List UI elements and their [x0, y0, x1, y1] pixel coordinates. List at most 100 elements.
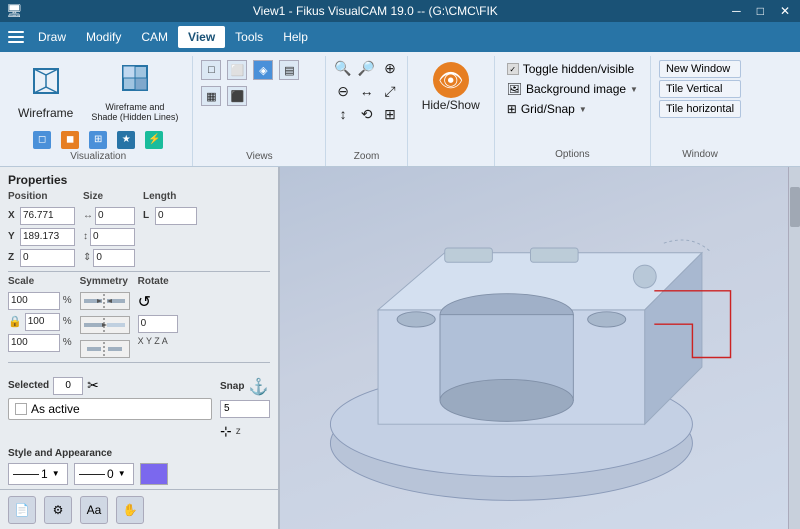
position-y-input[interactable] [20, 228, 75, 246]
rotate-icon-row: ↺ [138, 292, 178, 312]
zoom-icon2: 🔎 [358, 60, 375, 77]
snap-extra-icon[interactable]: ⊹ [220, 423, 232, 440]
vis-icon1[interactable]: ◻ [29, 129, 55, 151]
symmetry-btn2[interactable] [80, 316, 130, 334]
position-x-row: X [8, 207, 75, 225]
view-icon2[interactable]: ⬜ [225, 58, 249, 82]
menu-modify[interactable]: Modify [76, 26, 131, 48]
toggle-checkbox[interactable]: ✓ [507, 63, 519, 75]
selected-input[interactable] [53, 377, 83, 395]
titlebar-left-icons: 🖥 [6, 3, 23, 19]
view-icon6[interactable]: ⬛ [225, 84, 249, 108]
lock-icon[interactable]: 🔒 [8, 315, 22, 328]
vertical-scrollbar[interactable] [788, 167, 800, 529]
size-x-input[interactable] [95, 207, 135, 225]
wireframe-button[interactable]: Wireframe [10, 61, 81, 124]
views-label: Views [246, 151, 273, 164]
vis-icon5[interactable]: ⚡ [141, 129, 167, 151]
tile-horizontal-btn[interactable]: Tile horizontal [659, 100, 741, 118]
hide-show-button[interactable]: 👁 Hide/Show [414, 58, 488, 116]
size-y-input[interactable] [90, 228, 135, 246]
line-weight-arrow[interactable]: ▼ [118, 469, 126, 478]
window-controls[interactable]: ─ □ ✕ [728, 4, 794, 18]
view-icon1[interactable]: □ [199, 58, 223, 82]
size-label: Size [83, 191, 135, 202]
menu-help[interactable]: Help [273, 26, 318, 48]
menu-view[interactable]: View [178, 26, 225, 48]
snap-box: Snap ⚓ ⊹ z [220, 377, 270, 440]
toggle-hidden-visible[interactable]: ✓ Toggle hidden/visible [503, 60, 642, 78]
size-z-input[interactable] [93, 249, 135, 267]
close-icon[interactable]: ✕ [776, 4, 794, 18]
zoom-btn4[interactable]: ⊖ [332, 81, 353, 102]
symmetry-btn3[interactable] [80, 340, 130, 358]
symmetry-btn1[interactable] [80, 292, 130, 310]
rotate-input[interactable] [138, 315, 178, 333]
vis-icon4[interactable]: ★ [113, 129, 139, 151]
menu-cam[interactable]: CAM [131, 26, 178, 48]
ribbon-zoom-group: 🔍 🔎 ⊕ ⊖ ↔ ⤢ ↕ ⟲ ⊞ [326, 56, 407, 166]
snap-extra: ⊹ z [220, 423, 270, 440]
pct2: % [63, 316, 72, 327]
view-icon3[interactable]: ◈ [251, 58, 275, 82]
properties-panel: Properties Position X Y Z [0, 167, 280, 529]
length-col: Length L [143, 191, 197, 267]
position-col: Position X Y Z [8, 191, 75, 267]
line-style-select[interactable]: —— 1 ▼ [8, 463, 68, 485]
vis-icon2[interactable]: ◼ [57, 129, 83, 151]
line-weight-select[interactable]: —— 0 ▼ [74, 463, 134, 485]
background-image-label: Background image [526, 82, 626, 96]
zoom-btn3[interactable]: ⊕ [379, 58, 400, 79]
zoom-btn9[interactable]: ⊞ [379, 104, 400, 125]
new-window-btn[interactable]: New Window [659, 60, 741, 78]
as-active-checkbox[interactable] [15, 403, 27, 415]
view-icon4[interactable]: ▤ [277, 58, 301, 82]
pct3: % [63, 337, 72, 348]
size-row3: ⇕ [83, 249, 135, 267]
wireframe-icon [30, 65, 62, 104]
hamburger-menu[interactable] [4, 25, 28, 49]
line-style-arrow[interactable]: ▼ [52, 469, 60, 478]
zoom-btn2[interactable]: 🔎 [356, 58, 377, 79]
color-picker[interactable] [140, 463, 168, 485]
size-icon2: ↕ [83, 231, 88, 242]
wireframe-shade-button[interactable]: Wireframe andShade (Hidden Lines) [83, 58, 186, 127]
maximize-icon[interactable]: □ [753, 4, 768, 18]
scale-y-input[interactable] [25, 313, 60, 331]
snap-row: Snap ⚓ [220, 377, 270, 397]
zoom-btn7[interactable]: ↕ [332, 104, 353, 125]
zoom-btn5[interactable]: ↔ [356, 81, 377, 102]
scale-x-input[interactable] [8, 292, 60, 310]
minimize-icon[interactable]: ─ [728, 4, 745, 18]
snap-magnet-icon[interactable]: ⚓ [248, 377, 268, 397]
scale-z-input[interactable] [8, 334, 60, 352]
snap-input[interactable] [220, 400, 270, 418]
zoom-icon3: ⊕ [384, 60, 396, 77]
length-input[interactable] [155, 207, 197, 225]
grid-snap-btn[interactable]: ⊞ Grid/Snap ▼ [503, 100, 642, 118]
view-icon5[interactable]: ▦ [199, 84, 223, 108]
scroll-thumb[interactable] [790, 187, 800, 227]
zoom-btn6[interactable]: ⤢ [379, 81, 400, 102]
menu-tools[interactable]: Tools [225, 26, 273, 48]
menu-draw[interactable]: Draw [28, 26, 76, 48]
line-style-label: —— [13, 466, 39, 481]
vis-icon3[interactable]: ⊞ [85, 129, 111, 151]
as-active-button[interactable]: As active [8, 398, 212, 420]
rotate-icon[interactable]: ↺ [138, 292, 151, 312]
position-x-input[interactable] [20, 207, 75, 225]
background-image-btn[interactable]: 🖼 Background image ▼ [503, 80, 642, 98]
ribbon-visualization-group: Wireframe Wireframe andShade (Hidden Lin… [4, 56, 193, 166]
zoom-icon9: ⊞ [384, 106, 396, 123]
hand-icon: ✋ [123, 503, 138, 517]
visualization-small-buttons: ◻ ◼ ⊞ ★ ⚡ [29, 129, 167, 151]
viewport[interactable] [280, 167, 800, 529]
grid-snap-dropdown[interactable]: ▼ [579, 105, 587, 114]
position-z-input[interactable] [20, 249, 75, 267]
zoom-btn8[interactable]: ⟲ [356, 104, 377, 125]
hide-show-label: Hide/Show [422, 98, 480, 112]
tile-vertical-btn[interactable]: Tile Vertical [659, 80, 741, 98]
ribbon: Wireframe Wireframe andShade (Hidden Lin… [0, 52, 800, 167]
background-image-dropdown[interactable]: ▼ [630, 85, 638, 94]
zoom-btn1[interactable]: 🔍 [332, 58, 353, 79]
